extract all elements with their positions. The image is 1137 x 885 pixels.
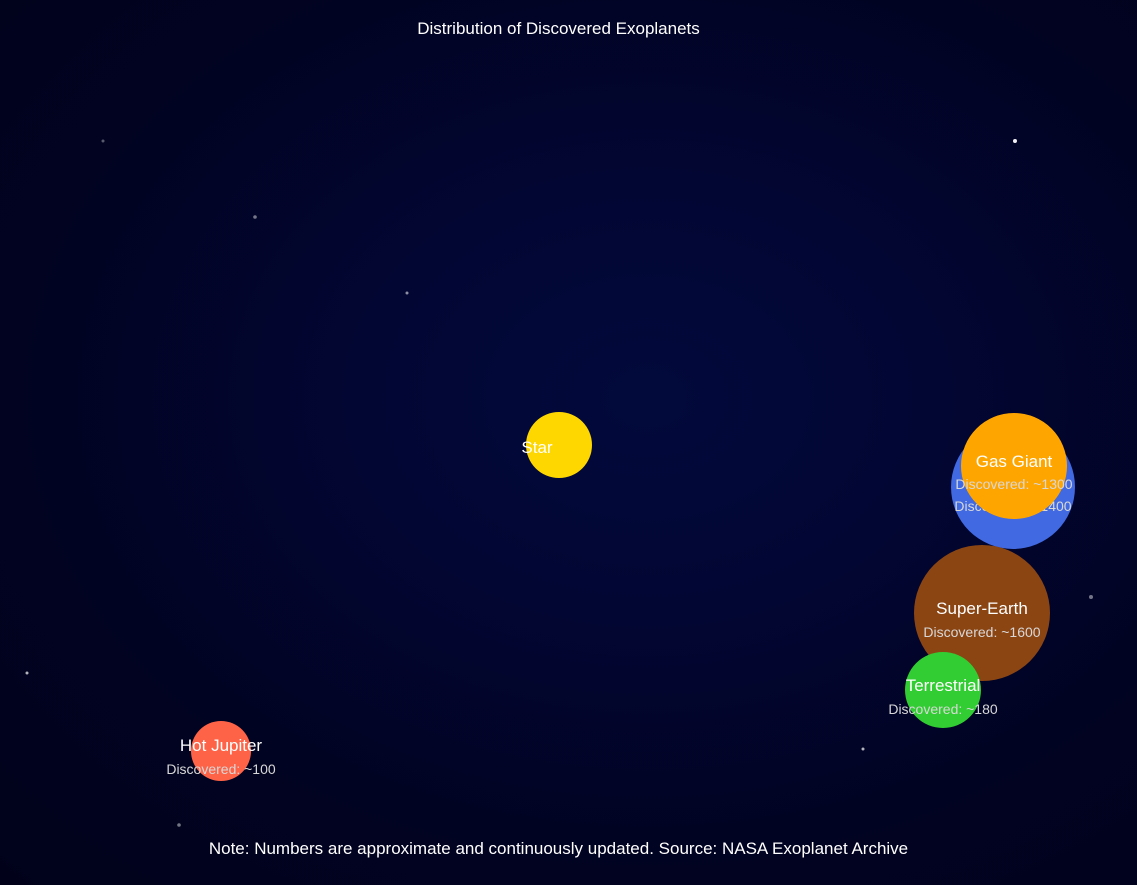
star-label: Star	[521, 438, 553, 457]
background-star	[253, 215, 257, 219]
planet-count: Discovered: ~1600	[923, 624, 1040, 640]
diagram-canvas: Star Discovered: ~1400 Gas Giant Discove…	[25, 139, 1093, 827]
planet-label: Hot Jupiter	[180, 736, 263, 755]
exoplanet-diagram: Distribution of Discovered Exoplanets St…	[0, 0, 1137, 885]
background-star	[177, 823, 181, 827]
central-star[interactable]: Star	[521, 412, 592, 478]
background-star	[405, 291, 409, 295]
planet-count: Discovered: ~180	[888, 701, 998, 717]
planet-count: Discovered: ~1300	[955, 476, 1072, 492]
planet-label: Gas Giant	[976, 452, 1053, 471]
background-star	[1013, 139, 1017, 143]
planet-label: Super-Earth	[936, 599, 1028, 618]
background-star	[25, 671, 29, 675]
planet-count: Discovered: ~100	[166, 761, 276, 777]
planet-label: Terrestrial	[906, 676, 981, 695]
source-note: Note: Numbers are approximate and contin…	[208, 839, 909, 858]
planet-hot-jupiter[interactable]: Hot Jupiter Discovered: ~100	[166, 721, 276, 781]
background-star	[861, 747, 865, 751]
background-star	[101, 139, 105, 143]
background-star	[1089, 595, 1093, 599]
